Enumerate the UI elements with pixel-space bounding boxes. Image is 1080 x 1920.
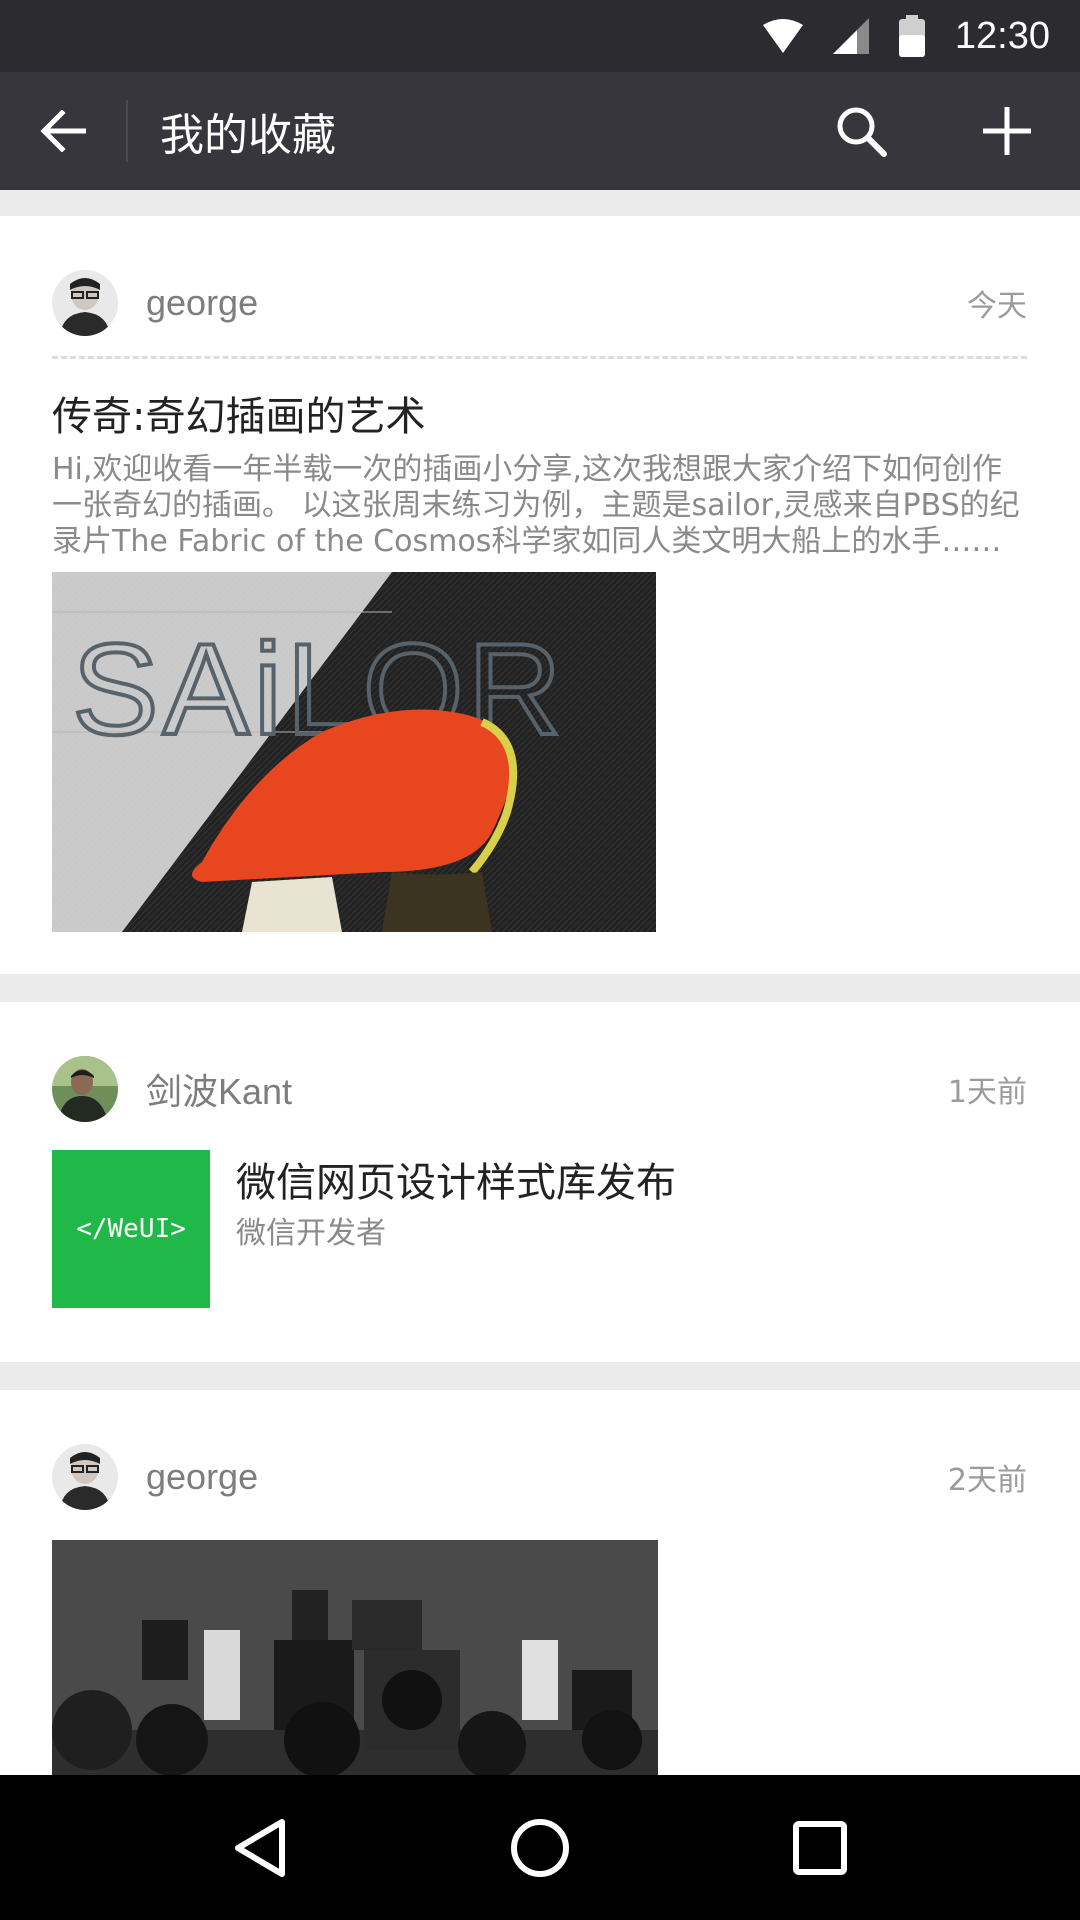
triangle-back-icon [235,1818,285,1877]
navigation-bar [0,1775,1080,1920]
plus-icon [983,107,1031,155]
item-header: george 今天 [52,268,1027,338]
link-source: 微信开发者 [236,1216,386,1251]
nav-home-button[interactable] [480,1788,600,1908]
search-button[interactable] [788,72,934,190]
favorite-item-link[interactable]: 剑波Kant 1天前 </WeUI> 微信网页设计样式库发布 微信开发者 [0,1002,1080,1362]
article-description: Hi,欢迎收看一年半载一次的插画小分享,这次我想跟大家介绍下如何创作一张奇幻的插… [52,452,1020,559]
favorites-list[interactable]: george 今天 传奇:奇幻插画的艺术 Hi,欢迎收看一年半载一次的插画小分享… [0,190,1080,1775]
timestamp: 2天前 [947,1463,1027,1498]
item-header: 剑波Kant 1天前 [52,1054,1027,1124]
nav-recents-button[interactable] [760,1788,880,1908]
arrow-left-icon [40,110,86,152]
timestamp: 今天 [967,289,1027,324]
timestamp: 1天前 [947,1075,1027,1110]
favorite-item-image[interactable]: george 2天前 [0,1390,1080,1775]
dashed-divider [52,356,1027,359]
cellular-signal-icon [832,18,869,54]
avatar[interactable] [52,1056,118,1122]
avatar[interactable] [52,1444,118,1510]
article-image[interactable]: SAiLOR [52,572,656,932]
battery-icon [898,15,925,57]
clock: 12:30 [954,14,1050,57]
search-icon [837,107,887,157]
wifi-icon [762,19,803,53]
app-bar: 我的收藏 [0,72,1080,190]
square-recents-icon [793,1820,847,1875]
username: george [146,282,259,323]
circle-home-icon [511,1818,569,1877]
page-title: 我的收藏 [160,110,336,161]
add-button[interactable] [934,72,1080,190]
nav-back-button[interactable] [200,1788,320,1908]
avatar[interactable] [52,270,118,336]
link-title: 微信网页设计样式库发布 [236,1160,676,1206]
back-button[interactable] [0,72,126,190]
article-title: 传奇:奇幻插画的艺术 [52,394,426,440]
username: george [146,1456,259,1497]
favorite-item-article[interactable]: george 今天 传奇:奇幻插画的艺术 Hi,欢迎收看一年半载一次的插画小分享… [0,216,1080,974]
item-header: george 2天前 [52,1442,1027,1512]
camera-photo[interactable] [52,1540,658,1775]
link-thumbnail: </WeUI> [52,1150,210,1308]
status-bar: 12:30 [0,0,1080,72]
app-bar-divider [126,100,128,162]
username: 剑波Kant [146,1071,293,1112]
